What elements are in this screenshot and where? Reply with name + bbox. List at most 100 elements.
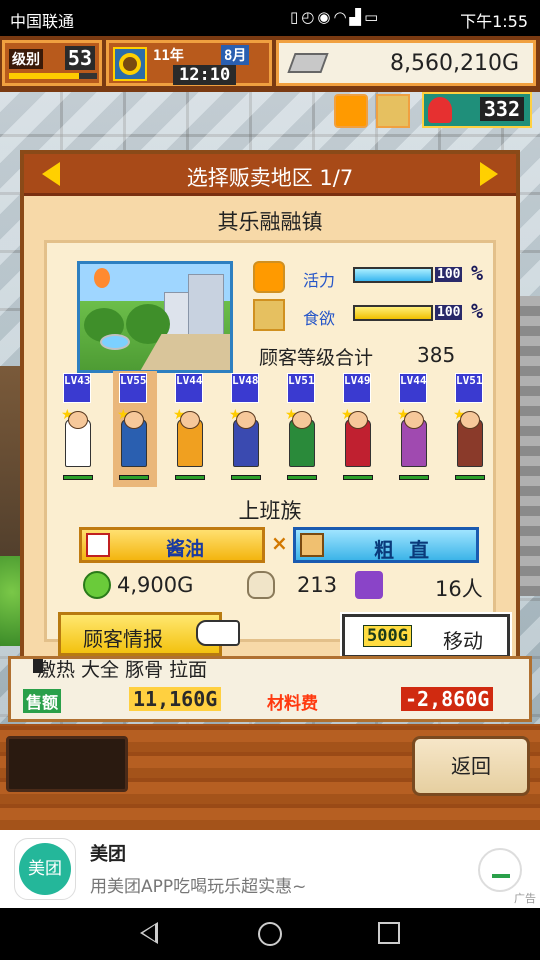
customer-hp-bar [231, 475, 261, 480]
material-cost-label: 材料费 [267, 694, 318, 714]
pin-counter[interactable]: 332 [422, 92, 532, 128]
vitality-label: 活力 [303, 271, 336, 290]
balloon-icon [94, 268, 110, 288]
dark-panel-button[interactable] [6, 736, 128, 792]
meituan-logo-text: 美团 [19, 843, 71, 895]
ad-tag: 广告 [514, 892, 536, 905]
money-display[interactable]: 8,560,210G [276, 40, 536, 86]
money-amount: 8,560,210G [389, 51, 519, 76]
month-value: 8月 [221, 45, 250, 65]
background-building [518, 296, 540, 596]
eye-icon: ◉ [317, 8, 334, 26]
sales-label: 售额 [23, 689, 62, 713]
customer-slot[interactable]: LV51 ★ [281, 371, 325, 487]
customer-head [348, 411, 368, 429]
price-value: 4,900G [117, 573, 194, 597]
signal-icon: ▟ [349, 8, 365, 26]
customer-slot[interactable]: LV44 ★ [169, 371, 213, 487]
nav-back-icon[interactable] [140, 922, 158, 944]
nav-home-icon[interactable] [258, 922, 282, 946]
nav-recent-icon[interactable] [378, 922, 400, 944]
customer-head [124, 411, 144, 429]
customer-head [236, 411, 256, 429]
money-bag-icon [83, 571, 111, 599]
customer-hp-bar [455, 475, 485, 480]
next-area-arrow-icon[interactable] [480, 162, 498, 186]
ad-description: 用美团APP吃喝玩乐超实惠~ [90, 877, 307, 897]
customer-level: LV44 [175, 373, 203, 403]
back-button[interactable]: 返回 [412, 736, 530, 796]
status-time: 下午1:55 [460, 12, 528, 31]
level-display[interactable]: 级别 53 [2, 40, 102, 86]
move-button[interactable]: 500G 移动 [340, 612, 512, 660]
ad-brand: 美团 [90, 844, 126, 865]
percent-symbol: % [471, 299, 484, 323]
customer-level: LV49 [343, 373, 371, 403]
customer-head [292, 411, 312, 429]
customer-level: LV51 [455, 373, 483, 403]
material-cost-value: -2,860G [401, 687, 494, 711]
ghost-icon [355, 571, 383, 599]
clock-value: 12:10 [173, 65, 237, 85]
dialog-header: 选择贩卖地区 1/7 [24, 154, 516, 196]
fountain [100, 334, 130, 350]
customer-row: LV43 ★ LV55 ★ LV44 ★ LV48 ★ LV51 ★ LV49 … [57, 371, 489, 487]
move-label: 移动 [443, 629, 483, 653]
pin-count: 332 [479, 97, 524, 121]
customer-head [404, 411, 424, 429]
cash-icon [287, 53, 329, 73]
vitality-percent: 100 [435, 267, 463, 282]
status-icons: ▯◴◉◠▟▭ [290, 8, 381, 26]
total-level-label: 顾客等级合计 [259, 347, 374, 369]
preference-soup-label: 酱油 [166, 538, 205, 560]
customer-head [68, 411, 88, 429]
hand-pointer-icon [196, 620, 240, 646]
spoon-value: 213 [297, 573, 338, 597]
customer-hp-bar [175, 475, 205, 480]
customer-hp-bar [399, 475, 429, 480]
noodle-icon [300, 533, 324, 557]
smiley-icon[interactable] [334, 94, 368, 128]
carrier-name: 中国联通 [10, 12, 75, 31]
fork-knife-icon[interactable] [376, 94, 410, 128]
customer-level: LV55 [119, 373, 147, 403]
appetite-percent: 100 [435, 305, 463, 320]
level-value: 53 [64, 46, 95, 70]
customer-head [180, 411, 200, 429]
year-value: 11年 [153, 48, 184, 64]
customer-slot[interactable]: LV48 ★ [225, 371, 269, 487]
hud-secondary: 332 [334, 92, 534, 130]
customer-slot[interactable]: LV43 ★ [57, 371, 101, 487]
sales-value: 11,160G [129, 687, 222, 711]
smiley-icon [253, 261, 285, 293]
customer-hp-bar [119, 475, 149, 480]
customer-slot-selected[interactable]: LV55 ★ [113, 371, 157, 487]
customer-hp-bar [63, 475, 93, 480]
customer-slot[interactable]: LV51 ★ [449, 371, 493, 487]
spoon-icon [247, 571, 275, 599]
area-details: 活力 100 % 食欲 100 % 顾客等级合计 385 LV43 ★ LV55… [44, 240, 496, 642]
level-progress-bar [9, 73, 97, 79]
move-cost: 500G [363, 625, 412, 647]
vibrate-icon: ▯ [290, 8, 302, 26]
preference-noodle: 粗 直 [293, 527, 479, 563]
soy-bottle-icon [86, 533, 110, 557]
customer-level: LV44 [399, 373, 427, 403]
android-nav-bar [0, 908, 540, 960]
preference-noodle-label: 粗 直 [374, 538, 433, 562]
date-display[interactable]: 11年 8月 12:10 [106, 40, 272, 86]
district-name: 其乐融融镇 [217, 210, 323, 234]
customer-type: 上班族 [238, 499, 302, 523]
vitality-bar [353, 267, 433, 283]
customer-slot[interactable]: LV44 ★ [393, 371, 437, 487]
customer-slot[interactable]: LV49 ★ [337, 371, 381, 487]
pin-icon [428, 97, 452, 123]
appetite-label: 食欲 [303, 309, 336, 328]
select-area-dialog: 选择贩卖地区 1/7 其乐融融镇 活力 100 % 食欲 100 % 顾客等级合… [20, 150, 520, 660]
town-image [77, 261, 233, 373]
ad-banner[interactable]: 美团 美团 用美团APP吃喝玩乐超实惠~ 广告 [0, 830, 540, 908]
combine-x-icon: × [271, 531, 288, 555]
download-icon[interactable] [478, 848, 522, 892]
alarm-icon: ◴ [301, 8, 318, 26]
people-count: 16人 [435, 577, 483, 601]
